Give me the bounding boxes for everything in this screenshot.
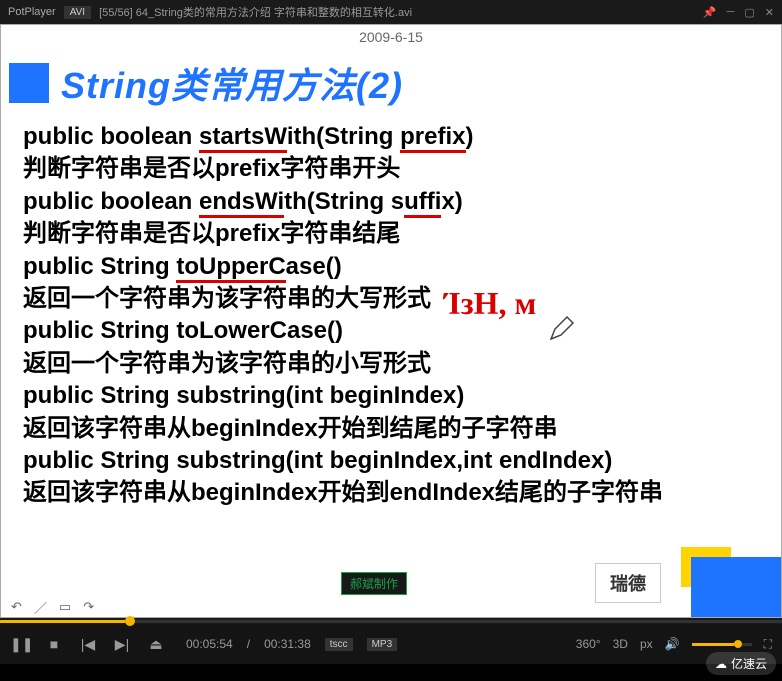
pencil-cursor-icon (549, 315, 575, 341)
close-icon[interactable]: ✕ (765, 6, 774, 19)
title-square-icon (9, 63, 49, 103)
stop-button[interactable]: ■ (44, 636, 64, 652)
watermark-logo: ☁ 亿速云 (706, 652, 776, 675)
eject-button[interactable]: ⏏ (146, 636, 166, 653)
slide-content: public boolean startsWith(String prefix)… (1, 121, 781, 510)
pen-icon[interactable]: ／ (34, 598, 47, 617)
prev-button[interactable]: |◀ (78, 636, 98, 653)
volume-slider[interactable] (692, 643, 752, 646)
video-area[interactable]: 2009-6-15 String类常用方法(2) public boolean … (0, 24, 782, 618)
time-current: 00:05:54 (186, 637, 233, 651)
redo-icon[interactable]: ↷ (83, 599, 94, 615)
audio-badge: MP3 (367, 638, 398, 651)
mode-px[interactable]: px (640, 637, 653, 651)
annotation-toolbar: ↶ ／ ▭ ↷ (1, 597, 104, 617)
cloud-icon: ☁ (715, 657, 727, 671)
undo-icon[interactable]: ↶ (11, 599, 22, 615)
play-button[interactable]: ❚❚ (10, 636, 30, 653)
progress-bar[interactable] (0, 618, 782, 624)
rect-icon[interactable]: ▭ (59, 599, 71, 615)
titlebar: PotPlayer AVI [55/56] 64_String类的常用方法介绍 … (0, 0, 782, 24)
pin-icon[interactable]: 📌 (703, 6, 717, 19)
fullscreen-button[interactable]: ⛶ (764, 637, 772, 652)
slide-date: 2009-6-15 (1, 25, 781, 49)
controls-bar: ❚❚ ■ |◀ ▶| ⏏ 00:05:54 / 00:31:38 tscc MP… (0, 624, 782, 664)
volume-icon[interactable]: 🔊 (665, 637, 680, 651)
handwriting-annotation: ΊзΗ, м (444, 285, 536, 322)
time-sep: / (247, 637, 250, 651)
maximize-icon[interactable]: ▢ (744, 6, 754, 19)
next-button[interactable]: ▶| (112, 636, 132, 653)
slide-heading: String类常用方法(2) (61, 57, 403, 109)
brand-label: 瑞德 (595, 563, 661, 603)
slide-title-row: String类常用方法(2) (1, 49, 781, 121)
mode-3d[interactable]: 3D (613, 637, 628, 651)
window-buttons: 📌 ─ ▢ ✕ (703, 6, 774, 19)
credit-label: 郝斌制作 (341, 572, 407, 595)
window-title: [55/56] 64_String类的常用方法介绍 字符串和整数的相互转化.av… (99, 4, 703, 20)
minimize-icon[interactable]: ─ (727, 6, 735, 19)
time-duration: 00:31:38 (264, 637, 311, 651)
app-name: PotPlayer (8, 6, 56, 18)
format-badge: AVI (64, 6, 91, 19)
codec-badge: tscc (325, 638, 353, 651)
mode-360[interactable]: 360° (576, 637, 601, 651)
